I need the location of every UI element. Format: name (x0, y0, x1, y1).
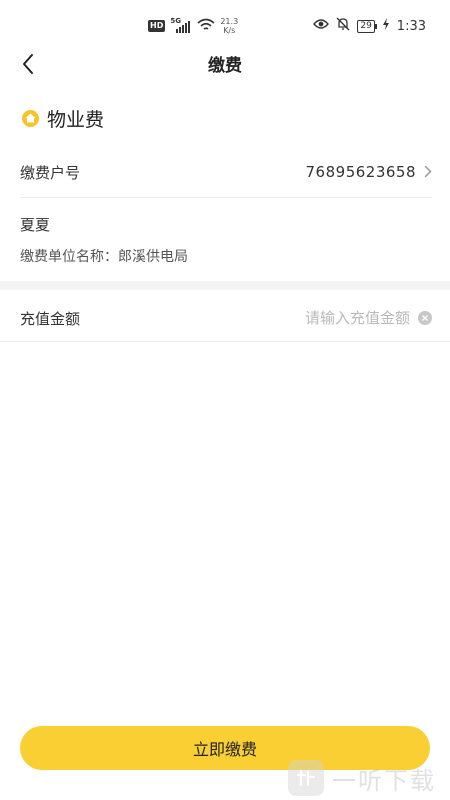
clear-input-button[interactable] (418, 311, 432, 325)
recharge-amount-input-group (250, 309, 432, 327)
chevron-left-icon (21, 53, 35, 79)
recharge-amount-label: 充值金额 (20, 309, 81, 328)
status-left: HD 5G 21.3 K/s (148, 14, 238, 38)
battery-icon: 29 (357, 19, 378, 33)
cellular-signal-icon: 5G (170, 17, 192, 33)
divider (0, 341, 450, 342)
close-icon (422, 315, 428, 321)
home-icon (22, 109, 39, 127)
payment-unit-label: 缴费单位名称： (20, 249, 118, 265)
watermark: 一听下载 (288, 756, 446, 800)
account-number-label: 缴费户号 (20, 163, 81, 182)
section-separator (0, 281, 450, 290)
charging-icon (382, 18, 390, 34)
section-title: 物业费 (47, 108, 105, 131)
divider (20, 197, 432, 198)
speed-unit: K/s (223, 26, 236, 35)
wifi-icon (197, 17, 215, 36)
nav-bar: 缴费 (0, 44, 450, 88)
battery-level: 29 (360, 20, 372, 31)
back-button[interactable] (12, 50, 44, 82)
chevron-right-icon (424, 163, 432, 182)
payment-unit-line: 缴费单位名称：郎溪供电局 (20, 246, 188, 266)
account-number-value: 76895623658 (305, 163, 416, 181)
status-right: 29 1:33 (313, 14, 426, 38)
speed-value: 21.3 (220, 17, 239, 26)
account-number-row[interactable]: 缴费户号 76895623658 (20, 153, 432, 191)
watermark-logo-icon (288, 760, 324, 796)
clock: 1:33 (396, 18, 426, 34)
eye-icon (313, 18, 330, 34)
payer-name: 夏夏 (20, 216, 51, 234)
hd-badge: HD (148, 20, 166, 32)
page-title: 缴费 (208, 56, 242, 76)
recharge-amount-row: 充值金额 (20, 298, 432, 338)
network-speed: 21.3 K/s (220, 17, 238, 35)
section-header: 物业费 (22, 100, 104, 136)
account-number-value-group: 76895623658 (306, 163, 432, 182)
payment-unit-value: 郎溪供电局 (118, 249, 188, 265)
watermark-text: 一听下载 (332, 766, 436, 795)
mute-bell-icon (336, 17, 350, 35)
recharge-amount-input[interactable] (250, 309, 410, 327)
